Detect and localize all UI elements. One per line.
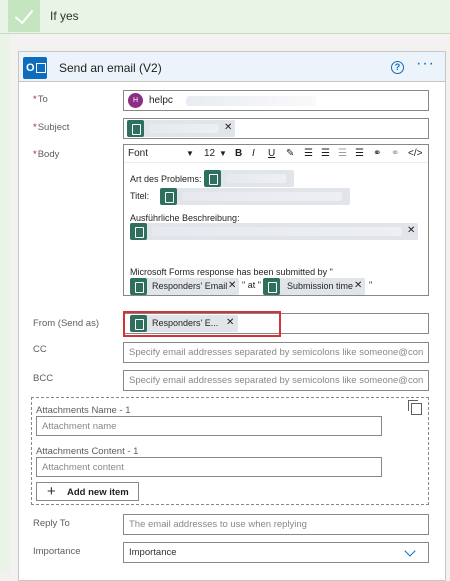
forms-token-icon xyxy=(263,278,280,295)
attachments-group: Attachments Name - 1 Attachment name Att… xyxy=(31,397,429,505)
reply-to-placeholder: The email addresses to use when replying xyxy=(129,519,307,530)
more-icon[interactable]: ··· xyxy=(416,55,435,73)
chevron-down-icon[interactable]: ▼ xyxy=(186,149,194,158)
indent-icon[interactable]: ☰ xyxy=(355,148,364,159)
remove-icon[interactable]: ✕ xyxy=(407,225,415,236)
outdent-icon[interactable]: ☰ xyxy=(338,148,347,159)
add-new-item-label: Add new item xyxy=(67,487,129,498)
body-token[interactable] xyxy=(204,170,294,187)
forms-token-icon xyxy=(204,170,221,187)
cc-placeholder: Specify email addresses separated by sem… xyxy=(129,347,424,358)
send-email-card: Send an email (V2) ? ··· *To H helpc *Su… xyxy=(18,51,446,581)
bullet-list-icon[interactable]: ☰ xyxy=(304,148,313,159)
format-toolbar: Font ▼ 12 ▼ B I U ✎ ☰ ☰ ☰ ☰ ⚭ ⚭ </> xyxy=(124,145,428,163)
bold-button[interactable]: B xyxy=(235,148,242,159)
link-icon[interactable]: ⚭ xyxy=(373,148,381,159)
avatar: H xyxy=(128,93,143,108)
importance-label: Importance xyxy=(33,546,81,557)
remove-icon[interactable]: ✕ xyxy=(354,280,362,291)
remove-icon[interactable]: ✕ xyxy=(224,122,232,133)
outlook-icon xyxy=(23,57,47,79)
redacted-area xyxy=(186,96,316,106)
token-label: Submission time xyxy=(287,281,354,291)
attachment-content-placeholder: Attachment content xyxy=(42,462,124,473)
help-icon[interactable]: ? xyxy=(391,61,404,74)
font-select[interactable]: Font xyxy=(128,148,148,159)
branch-gutter xyxy=(0,34,10,573)
condition-header[interactable]: If yes xyxy=(0,0,450,34)
bcc-label: BCC xyxy=(33,373,54,384)
from-label: From (Send as) xyxy=(33,318,99,329)
duplicate-icon[interactable] xyxy=(408,400,422,415)
unlink-icon[interactable]: ⚭ xyxy=(391,148,399,159)
condition-label: If yes xyxy=(50,9,79,23)
underline-button[interactable]: U xyxy=(268,148,275,159)
importance-value: Importance xyxy=(129,547,177,558)
body-editor[interactable]: Font ▼ 12 ▼ B I U ✎ ☰ ☰ ☰ ☰ ⚭ ⚭ </> Art … xyxy=(123,144,429,296)
to-label: *To xyxy=(33,94,48,105)
body-line-problem: Art des Problems: xyxy=(130,174,202,184)
to-field[interactable]: H helpc xyxy=(123,90,429,111)
cc-field[interactable]: Specify email addresses separated by sem… xyxy=(123,342,429,363)
subject-field[interactable]: ✕ xyxy=(123,118,429,139)
forms-token-icon xyxy=(160,188,177,205)
card-header[interactable]: Send an email (V2) ? ··· xyxy=(19,52,445,82)
body-line-title: Titel: xyxy=(130,191,150,201)
forms-token-icon xyxy=(130,278,147,295)
body-label: *Body xyxy=(33,149,60,160)
body-end-quote: " xyxy=(369,280,373,290)
forms-token-icon xyxy=(130,223,147,240)
token-label: Responders' Email xyxy=(152,281,228,291)
body-token[interactable] xyxy=(160,188,350,205)
remove-icon[interactable]: ✕ xyxy=(228,280,236,291)
redacted-area xyxy=(226,174,286,183)
reply-to-field[interactable]: The email addresses to use when replying xyxy=(123,514,429,535)
importance-select[interactable]: Importance xyxy=(123,542,429,563)
forms-token-icon xyxy=(127,120,144,137)
redacted-area xyxy=(149,124,219,133)
subject-label: *Subject xyxy=(33,122,70,133)
redacted-area xyxy=(152,227,402,236)
chevron-down-icon[interactable]: ▼ xyxy=(219,149,227,158)
attachment-name-placeholder: Attachment name xyxy=(42,421,117,432)
numbered-list-icon[interactable]: ☰ xyxy=(321,148,330,159)
redacted-area xyxy=(182,192,342,201)
submission-time-token[interactable]: Submission time ✕ xyxy=(263,278,365,295)
attachment-name-input[interactable]: Attachment name xyxy=(36,416,382,436)
body-line-submitted: Microsoft Forms response has been submit… xyxy=(130,267,333,277)
to-value: helpc xyxy=(149,95,173,106)
plus-icon: + xyxy=(47,483,56,500)
italic-button[interactable]: I xyxy=(252,148,255,159)
check-icon xyxy=(8,0,40,32)
highlight-icon[interactable]: ✎ xyxy=(286,148,294,159)
add-new-item-button[interactable]: + Add new item xyxy=(36,482,139,501)
cc-label: CC xyxy=(33,344,47,355)
body-line-description: Ausführliche Beschreibung: xyxy=(130,213,240,223)
highlight-box xyxy=(123,311,281,337)
bcc-placeholder: Specify email addresses separated by sem… xyxy=(129,375,424,386)
responders-email-token[interactable]: Responders' Email ✕ xyxy=(130,278,239,295)
attachment-content-input[interactable]: Attachment content xyxy=(36,457,382,477)
size-select[interactable]: 12 xyxy=(204,148,215,159)
attachment-content-label: Attachments Content - 1 xyxy=(36,446,139,457)
reply-to-label: Reply To xyxy=(33,518,70,529)
card-title: Send an email (V2) xyxy=(59,61,162,75)
attachment-name-label: Attachments Name - 1 xyxy=(36,405,131,416)
bcc-field[interactable]: Specify email addresses separated by sem… xyxy=(123,370,429,391)
subject-token[interactable]: ✕ xyxy=(127,120,235,137)
body-at-text: " at " xyxy=(242,280,261,290)
body-token[interactable]: ✕ xyxy=(130,223,418,240)
code-view-icon[interactable]: </> xyxy=(408,148,422,159)
